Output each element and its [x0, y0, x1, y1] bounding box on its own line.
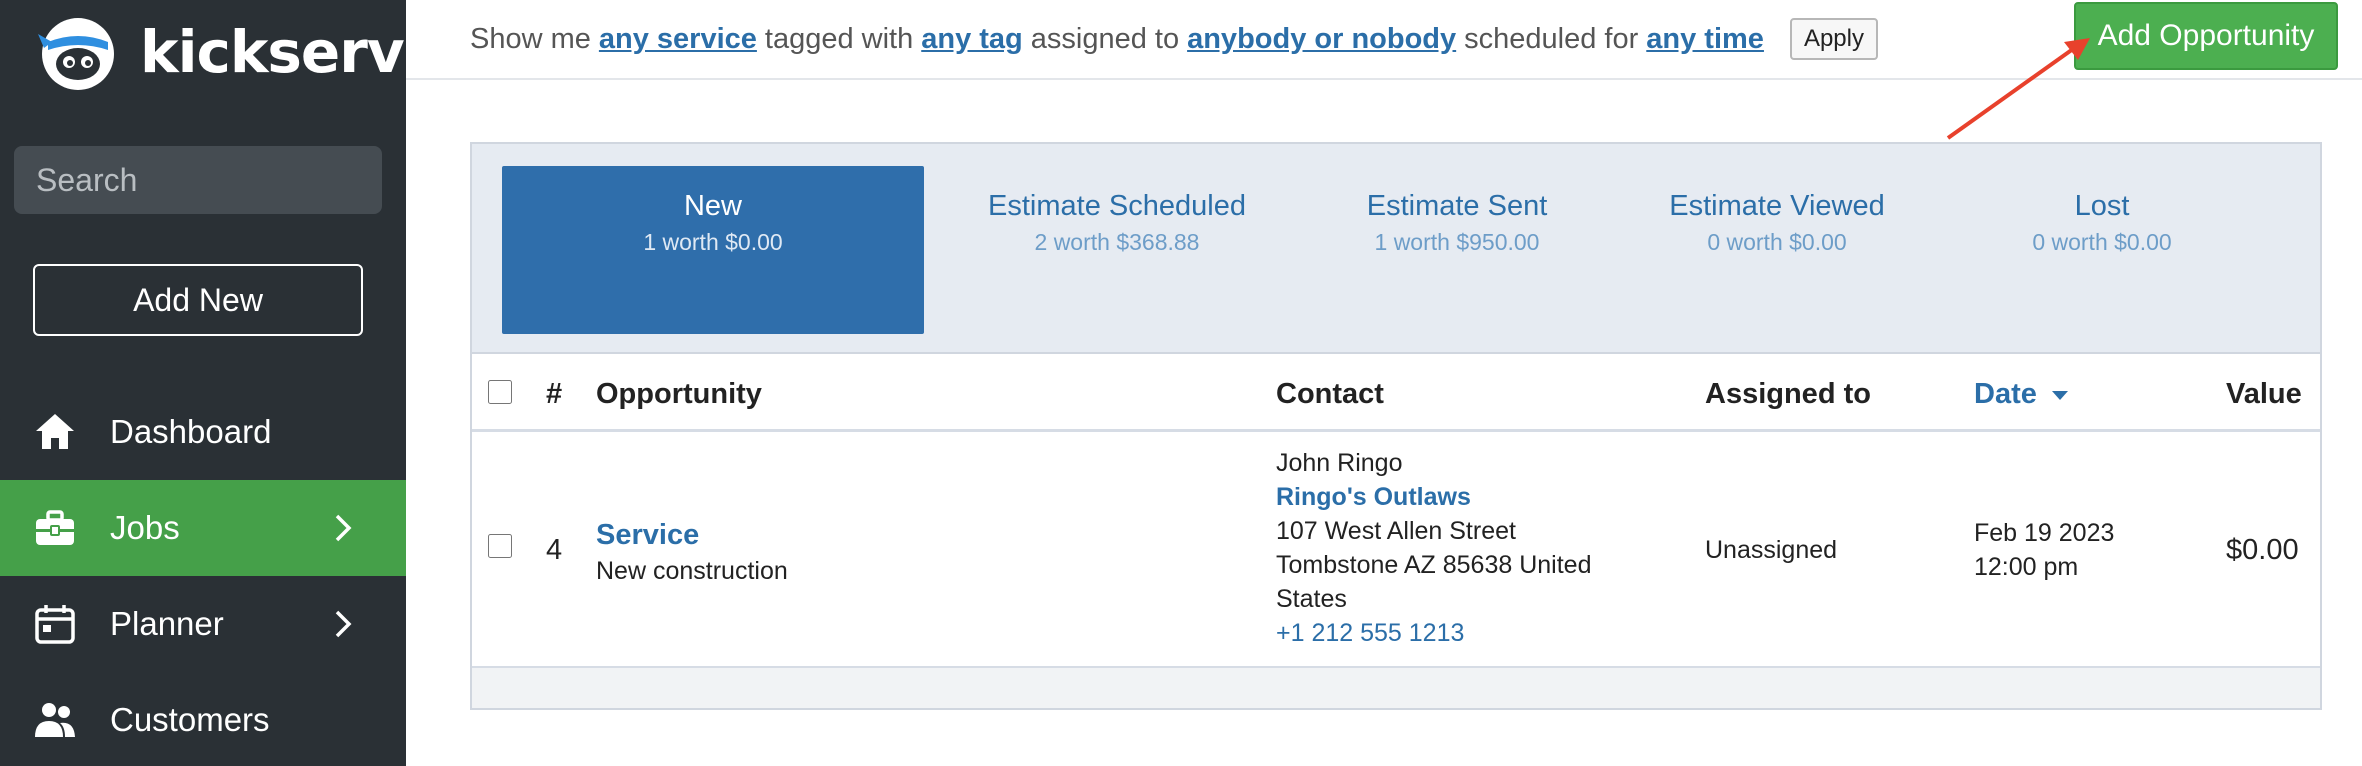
contact-cell: John Ringo Ringo's Outlaws 107 West Alle… [1276, 446, 1591, 650]
chevron-right-icon [335, 514, 352, 542]
chevron-right-icon [335, 610, 352, 638]
time-value: 12:00 pm [1974, 553, 2079, 581]
date-cell: Feb 19 2023 12:00 pm [1974, 516, 2114, 584]
add-opportunity-button[interactable]: Add Opportunity [2074, 2, 2338, 70]
opportunity-subtitle: New construction [596, 557, 788, 585]
sidebar-item-jobs[interactable]: Jobs [0, 480, 406, 576]
opportunity-title-link[interactable]: Service [596, 516, 788, 554]
value-amount: $0.00 [2226, 534, 2299, 566]
sidebar-item-customers[interactable]: Customers [0, 672, 406, 766]
annotation-arrow [1946, 38, 2090, 140]
time-filter-link[interactable]: any time [1646, 23, 1764, 56]
stage-summary: 0 worth $0.00 [2032, 229, 2172, 255]
sidebar-nav: Dashboard Jobs Planner Customers [0, 384, 406, 766]
filter-text: scheduled for [1464, 22, 1639, 55]
stage-name: Lost [2074, 190, 2130, 222]
filter-text: tagged with [764, 22, 914, 55]
stage-summary: 2 worth $368.88 [1034, 229, 1200, 255]
header-opportunity[interactable]: Opportunity [596, 378, 762, 411]
assignee-filter-link[interactable]: anybody or nobody [1187, 23, 1456, 56]
briefcase-icon [34, 507, 76, 549]
select-all-checkbox[interactable] [488, 380, 512, 404]
service-filter-link[interactable]: any service [599, 23, 757, 56]
stage-name: Estimate Scheduled [988, 190, 1246, 222]
stage-estimate-viewed[interactable]: Estimate Viewed 0 worth $0.00 [1622, 166, 1932, 334]
header-contact[interactable]: Contact [1276, 378, 1384, 411]
stage-summary: 1 worth $0.00 [643, 229, 783, 255]
assigned-value: Unassigned [1705, 536, 1838, 564]
people-icon [34, 699, 76, 741]
stage-name: Estimate Viewed [1669, 190, 1885, 222]
stage-estimate-sent[interactable]: Estimate Sent 1 worth $950.00 [1302, 166, 1612, 334]
stage-summary: 1 worth $950.00 [1374, 229, 1540, 255]
opportunity-cell: Service New construction [596, 516, 788, 588]
address-line-2: Tombstone AZ 85638 United [1276, 551, 1592, 579]
company-link[interactable]: Ringo's Outlaws [1276, 480, 1591, 514]
apply-button[interactable]: Apply [1789, 18, 1878, 60]
header-number: # [546, 378, 563, 410]
row-checkbox[interactable] [488, 534, 512, 558]
address-line-3: States [1276, 585, 1347, 613]
stage-name: New [683, 190, 742, 222]
phone-link[interactable]: +1 212 555 1213 [1276, 616, 1591, 650]
opportunities-table: # Opportunity Contact Assigned to Date V… [472, 354, 2320, 668]
pipeline-stages: New 1 worth $0.00 Estimate Scheduled 2 w… [472, 144, 2320, 354]
date-value: Feb 19 2023 [1974, 519, 2115, 547]
header-date[interactable]: Date [1974, 378, 2069, 411]
sidebar-item-label: Customers [110, 701, 270, 738]
table-row[interactable]: 4 Service New construction John Ringo Ri… [472, 432, 2320, 668]
add-new-button[interactable]: Add New [33, 264, 363, 336]
sidebar-item-label: Dashboard [110, 413, 272, 450]
sort-desc-icon [2051, 391, 2068, 401]
stage-new[interactable]: New 1 worth $0.00 [502, 166, 924, 334]
filter-text: assigned to [1030, 22, 1180, 55]
header-assigned-to[interactable]: Assigned to [1705, 378, 1871, 411]
row-number: 4 [546, 534, 563, 566]
header-date-label: Date [1974, 378, 2037, 410]
table-header: # Opportunity Contact Assigned to Date V… [472, 354, 2320, 432]
stage-summary: 0 worth $0.00 [1707, 229, 1847, 255]
search-input[interactable] [36, 161, 456, 199]
sidebar-item-label: Planner [110, 605, 224, 642]
stage-lost[interactable]: Lost 0 worth $0.00 [1952, 166, 2252, 334]
sidebar: kickserv Add New Dashboard J [0, 0, 456, 766]
search-box[interactable] [14, 146, 456, 214]
sidebar-item-planner[interactable]: Planner [0, 576, 406, 672]
contact-name: John Ringo [1276, 449, 1403, 477]
address-line-1: 107 West Allen Street [1276, 517, 1516, 545]
calendar-icon [34, 603, 76, 645]
sidebar-item-label: Jobs [110, 509, 180, 546]
tag-filter-link[interactable]: any tag [921, 23, 1023, 56]
logo[interactable]: kickserv [34, 12, 405, 92]
filter-sentence: Show me any service tagged with any tag … [470, 18, 1878, 60]
home-icon [34, 411, 76, 453]
stage-name: Estimate Sent [1366, 190, 1548, 222]
stage-estimate-scheduled[interactable]: Estimate Scheduled 2 worth $368.88 [942, 166, 1292, 334]
logo-text: kickserv [140, 18, 405, 86]
header-value[interactable]: Value [2226, 378, 2302, 411]
sidebar-item-dashboard[interactable]: Dashboard [0, 384, 406, 480]
ninja-logo-icon [38, 18, 114, 90]
opportunities-panel: New 1 worth $0.00 Estimate Scheduled 2 w… [470, 142, 2322, 710]
filter-text: Show me [470, 22, 591, 55]
